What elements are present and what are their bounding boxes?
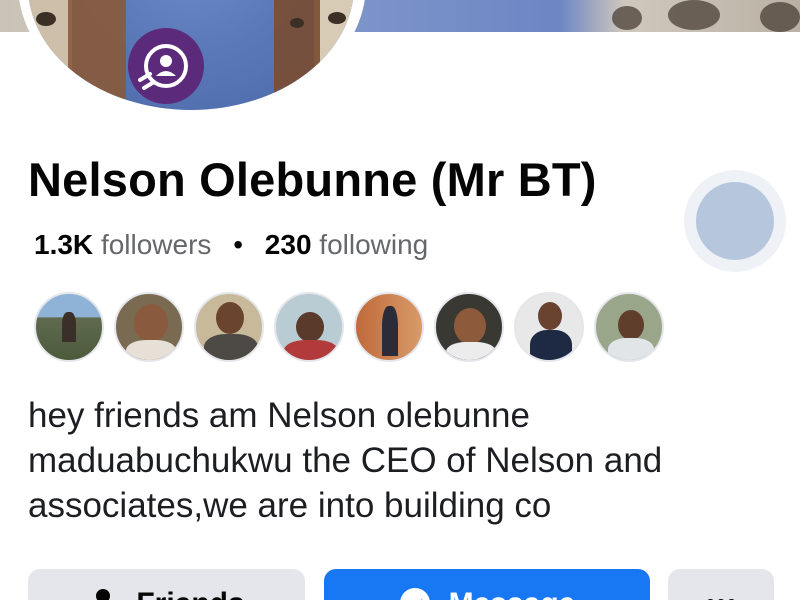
friend-avatar[interactable] (274, 292, 344, 362)
floating-action-button[interactable] (684, 170, 786, 272)
more-dots-icon: ••• (705, 587, 737, 600)
person-icon (88, 587, 118, 600)
friend-avatar[interactable] (594, 292, 664, 362)
friend-avatar[interactable] (114, 292, 184, 362)
more-options-button[interactable]: ••• (668, 569, 774, 600)
following-count[interactable]: 230 (265, 229, 312, 260)
friend-avatar[interactable] (434, 292, 504, 362)
stats-separator: • (233, 229, 244, 260)
friends-button-label: Friends (136, 587, 244, 600)
profile-name: Nelson Olebunne (Mr BT) (28, 153, 597, 206)
friend-avatar[interactable] (514, 292, 584, 362)
profile-guard-badge (128, 28, 204, 104)
followers-count[interactable]: 1.3K (34, 229, 93, 260)
friends-button[interactable]: Friends (28, 569, 305, 600)
profile-stats: 1.3K followers • 230 following (34, 229, 428, 261)
messenger-icon (399, 587, 431, 600)
friend-avatar[interactable] (354, 292, 424, 362)
following-label[interactable]: following (319, 229, 428, 260)
message-button-label: Message (449, 587, 576, 600)
friend-avatar[interactable] (34, 292, 104, 362)
followers-label[interactable]: followers (101, 229, 211, 260)
message-button[interactable]: Message (324, 569, 650, 600)
friend-avatar[interactable] (194, 292, 264, 362)
fab-circle-icon (696, 182, 774, 260)
profile-bio: hey friends am Nelson olebunne maduabuch… (28, 396, 663, 525)
